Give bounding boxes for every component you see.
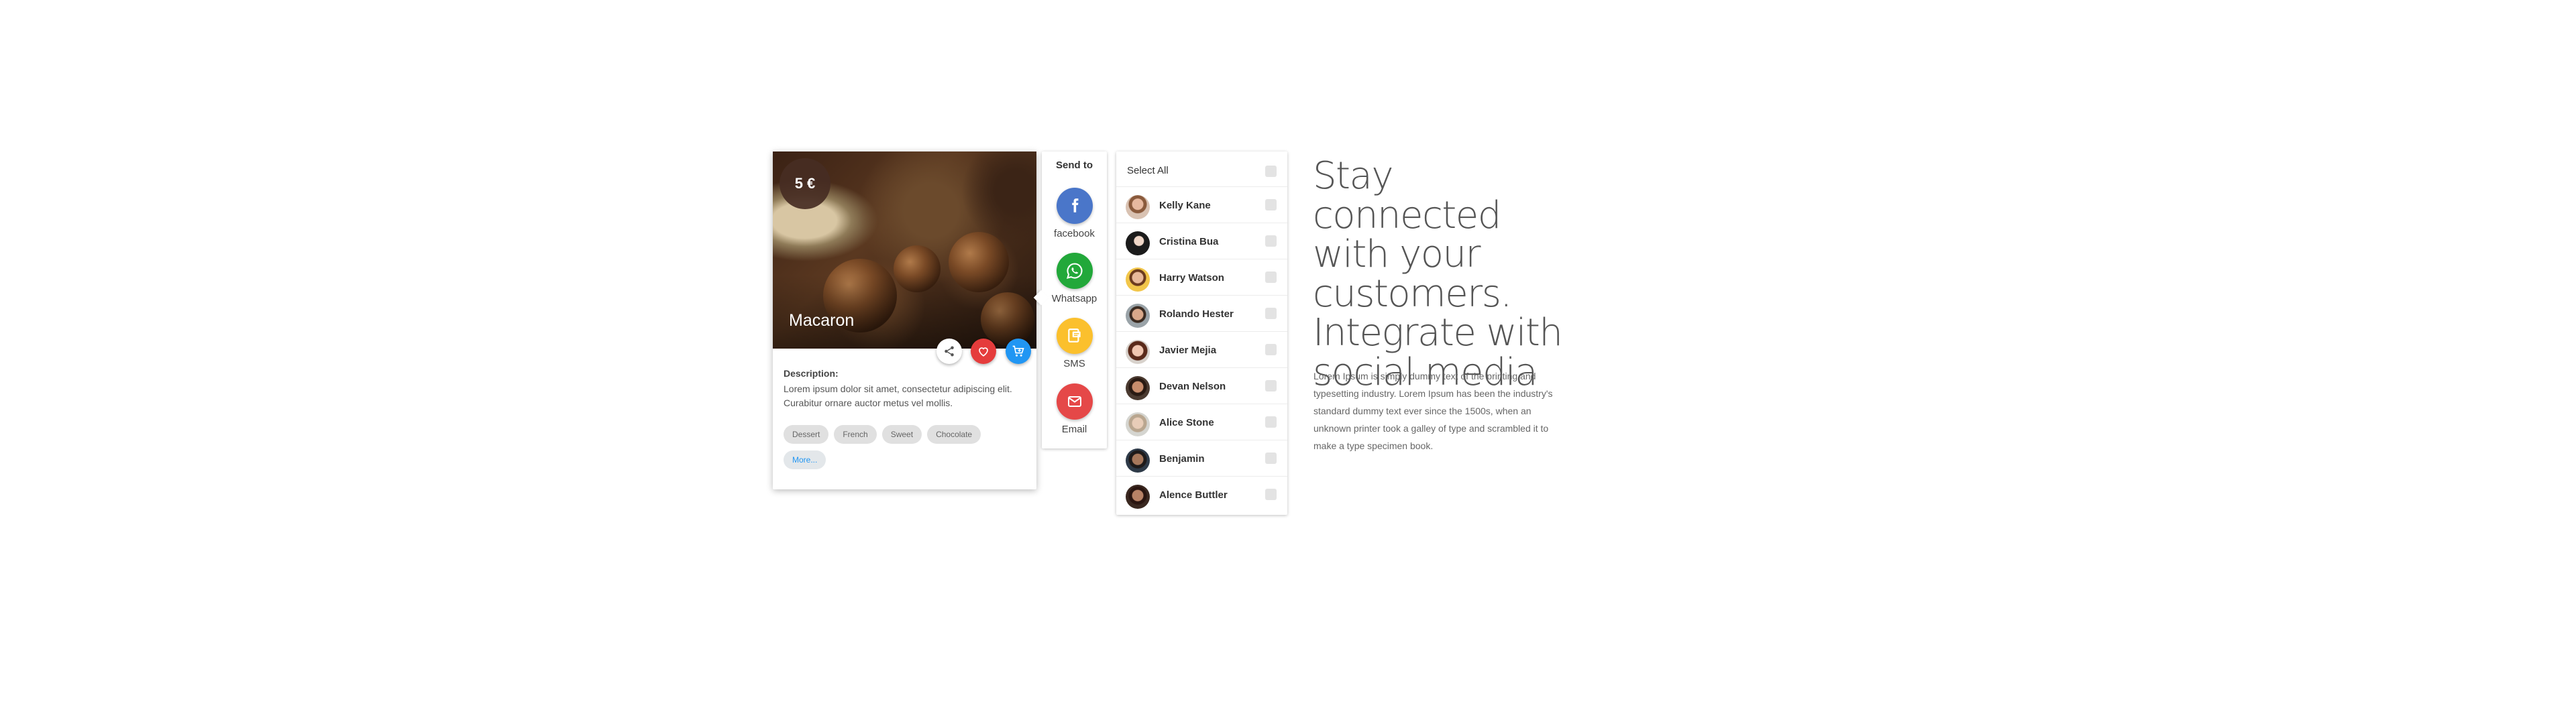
avatar: [1126, 376, 1150, 400]
contact-name: Cristina Bua: [1159, 236, 1219, 247]
description-text: Lorem ipsum dolor sit amet, consectetur …: [784, 383, 1012, 408]
chocolate-ball: [949, 232, 1009, 292]
contact-row[interactable]: Javier Mejia: [1116, 331, 1287, 368]
tag-chip[interactable]: Chocolate: [927, 425, 981, 444]
share-sms[interactable]: SMS: [1042, 318, 1107, 369]
contact-row[interactable]: Devan Nelson: [1116, 367, 1287, 404]
price-badge: 5 €: [780, 158, 830, 209]
contact-row[interactable]: Harry Watson: [1116, 259, 1287, 296]
contact-name: Rolando Hester: [1159, 308, 1234, 320]
contact-checkbox[interactable]: [1265, 452, 1277, 464]
contact-name: Javier Mejia: [1159, 345, 1217, 356]
contact-checkbox[interactable]: [1265, 489, 1277, 500]
headline: Stay connected with your customers. Inte…: [1313, 154, 1563, 394]
contact-row[interactable]: Kelly Kane: [1116, 186, 1287, 223]
email-label: Email: [1061, 424, 1087, 435]
sms-icon: [1056, 318, 1093, 354]
tag-chip[interactable]: Sweet: [881, 425, 922, 444]
contact-row[interactable]: Alice Stone: [1116, 404, 1287, 440]
contact-checkbox[interactable]: [1265, 199, 1277, 210]
favorite-button[interactable]: [971, 339, 996, 364]
contact-name: Benjamin: [1159, 453, 1205, 465]
body-text: Lorem Ipsum is simply dummy text of the …: [1313, 371, 1553, 451]
avatar: [1126, 448, 1150, 473]
share-icon: [945, 346, 954, 357]
avatar: [1126, 267, 1150, 292]
contact-checkbox[interactable]: [1265, 344, 1277, 355]
avatar: [1126, 231, 1150, 255]
more-tags-button[interactable]: More...: [784, 450, 826, 469]
send-to-panel: Send to facebook Whatsapp SMS Email: [1042, 152, 1107, 448]
tag-chip[interactable]: Dessert: [784, 425, 829, 444]
select-all-checkbox[interactable]: [1265, 166, 1277, 177]
add-to-cart-button[interactable]: [1006, 339, 1031, 364]
tag-list: Dessert French Sweet Chocolate More...: [784, 425, 1032, 476]
facebook-icon: [1056, 188, 1093, 224]
contact-name: Alice Stone: [1159, 417, 1214, 428]
contact-checkbox[interactable]: [1265, 380, 1277, 391]
share-email[interactable]: Email: [1042, 383, 1107, 435]
contact-row[interactable]: Benjamin: [1116, 440, 1287, 477]
contact-checkbox[interactable]: [1265, 308, 1277, 319]
contact-name: Devan Nelson: [1159, 381, 1226, 392]
contacts-panel: Select All Kelly Kane Cristina Bua Harry…: [1116, 152, 1287, 515]
share-facebook[interactable]: facebook: [1042, 188, 1107, 239]
avatar: [1126, 485, 1150, 509]
send-to-title: Send to: [1056, 160, 1093, 171]
tag-chip[interactable]: French: [834, 425, 877, 444]
contact-checkbox[interactable]: [1265, 272, 1277, 283]
share-whatsapp[interactable]: Whatsapp: [1042, 253, 1107, 304]
contact-name: Harry Watson: [1159, 272, 1224, 284]
avatar: [1126, 195, 1150, 219]
select-all-label: Select All: [1127, 165, 1169, 176]
cart-icon: [1012, 345, 1024, 357]
contact-checkbox[interactable]: [1265, 416, 1277, 428]
contact-row[interactable]: Cristina Bua: [1116, 223, 1287, 259]
description-label: Description:: [784, 368, 839, 379]
product-title: Macaron: [789, 311, 855, 330]
contact-row[interactable]: Rolando Hester: [1116, 295, 1287, 332]
avatar: [1126, 340, 1150, 364]
product-card: 5 € Macaron Description: Lorem ipsum dol…: [773, 152, 1036, 489]
contact-name: Alence Buttler: [1159, 489, 1228, 501]
avatar: [1126, 304, 1150, 328]
share-button[interactable]: [936, 339, 962, 364]
sms-label: SMS: [1063, 358, 1085, 369]
whatsapp-icon: [1056, 253, 1093, 289]
chocolate-ball: [981, 292, 1034, 346]
contact-row[interactable]: Alence Buttler: [1116, 476, 1287, 513]
heart-icon: [979, 347, 988, 357]
avatar: [1126, 412, 1150, 436]
facebook-label: facebook: [1054, 228, 1095, 239]
chocolate-ball: [894, 245, 941, 292]
contact-checkbox[interactable]: [1265, 235, 1277, 247]
contact-name: Kelly Kane: [1159, 200, 1211, 211]
whatsapp-label: Whatsapp: [1051, 293, 1097, 304]
email-icon: [1056, 383, 1093, 420]
